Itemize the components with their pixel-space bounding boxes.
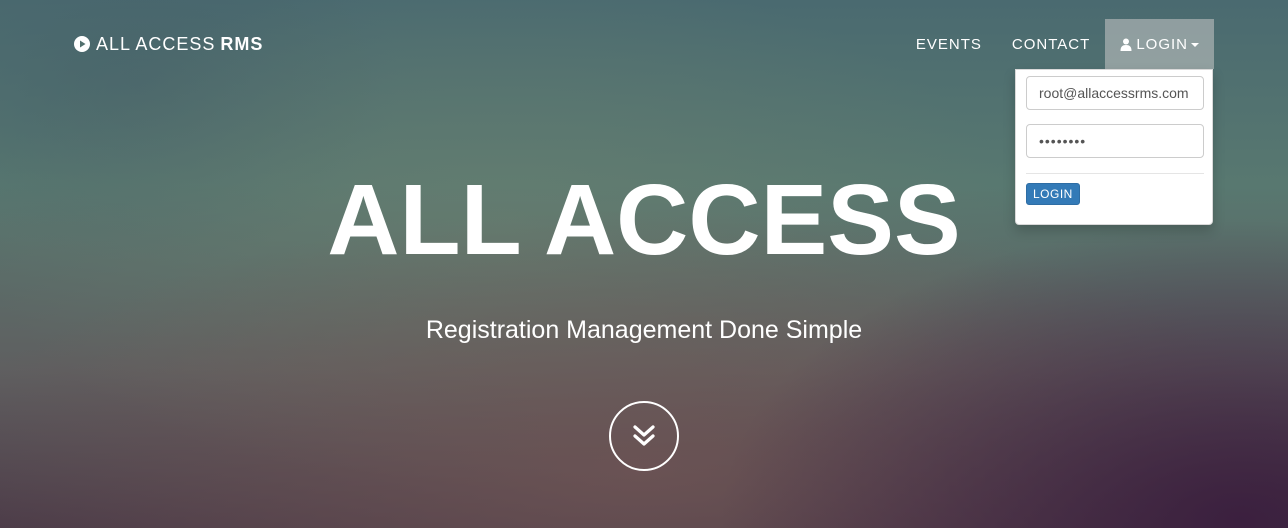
email-field[interactable]: [1026, 76, 1204, 110]
top-nav: EVENTS CONTACT LOGIN: [901, 19, 1214, 69]
play-circle-icon: [74, 36, 90, 52]
hero-subtitle: Registration Management Done Simple: [425, 316, 863, 344]
nav-events-link[interactable]: EVENTS: [901, 19, 997, 69]
nav-contact-link[interactable]: CONTACT: [997, 19, 1105, 69]
double-chevron-down-icon: [633, 425, 655, 446]
brand-logo[interactable]: ALL ACCESS RMS: [74, 34, 263, 54]
brand-name: ALL ACCESS: [96, 33, 216, 54]
scroll-down-button[interactable]: [609, 401, 679, 471]
password-field[interactable]: [1026, 124, 1204, 158]
caret-down-icon: [1191, 42, 1199, 47]
nav-login-dropdown-toggle[interactable]: LOGIN: [1105, 19, 1214, 69]
brand-name-bold: RMS: [220, 33, 264, 54]
hero-title: ALL ACCESS: [327, 164, 961, 276]
user-icon: [1120, 38, 1132, 51]
nav-login-label: LOGIN: [1136, 35, 1188, 53]
